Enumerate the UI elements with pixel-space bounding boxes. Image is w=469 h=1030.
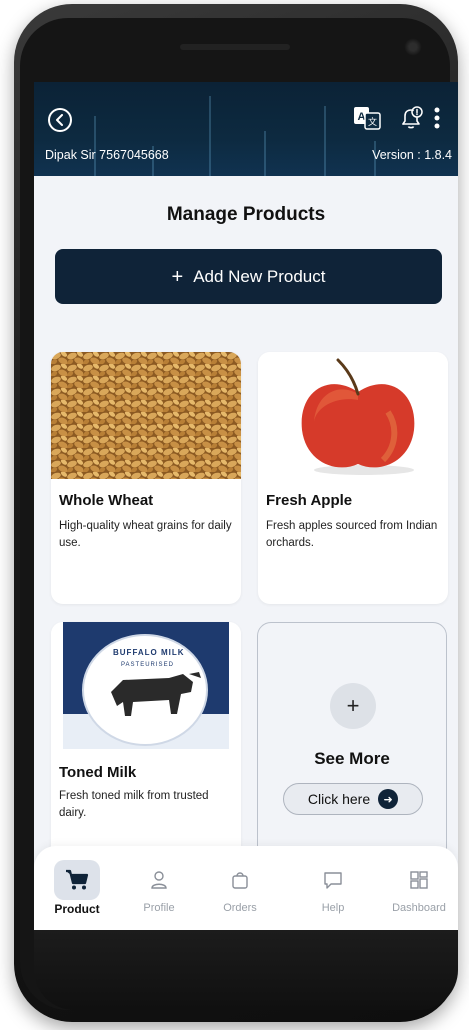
phone-speaker: [180, 44, 290, 50]
product-description: Fresh apples sourced from Indian orchard…: [266, 520, 438, 549]
nav-label: Help: [321, 902, 345, 914]
app-version: Version : 1.8.4: [372, 148, 452, 162]
nav-label: Dashboard: [392, 902, 446, 914]
nav-dashboard[interactable]: Dashboard: [384, 860, 454, 914]
grid-icon: [396, 860, 442, 900]
see-more-card[interactable]: + See More Click here ➜: [257, 622, 447, 862]
product-name: Fresh Apple: [266, 492, 353, 509]
add-new-product-button[interactable]: + Add New Product: [55, 249, 442, 304]
cart-icon: [54, 860, 100, 900]
product-description: Fresh toned milk from trusted dairy.: [59, 790, 209, 819]
product-name: Whole Wheat: [59, 492, 154, 509]
product-card-apple[interactable]: Fresh Apple Fresh apples sourced from In…: [258, 352, 448, 604]
milk-brand-text: BUFFALO MILK: [113, 648, 185, 657]
bag-icon: [217, 860, 263, 900]
see-more-title: See More: [314, 749, 390, 768]
nav-help[interactable]: Help: [298, 860, 368, 914]
phone-camera: [404, 38, 422, 56]
product-name: Toned Milk: [59, 764, 137, 781]
more-vertical-icon[interactable]: [430, 104, 444, 132]
product-card-wheat[interactable]: Whole Wheat High-quality wheat grains fo…: [51, 352, 241, 604]
phone-bottom-bezel: [34, 930, 458, 1010]
milk-type-text: PASTEURISED: [121, 662, 174, 668]
milk-image: BUFFALO MILK PASTEURISED: [51, 622, 241, 749]
app-screen: A 文 Dipak Sir 7567045668 Version : 1.8.4: [34, 82, 458, 930]
nav-profile[interactable]: Profile: [124, 860, 194, 914]
click-here-label: Click here: [307, 791, 371, 807]
nav-label: Profile: [143, 902, 175, 914]
translate-icon[interactable]: A 文: [352, 104, 382, 132]
nav-orders[interactable]: Orders: [205, 860, 275, 914]
wheat-image: [51, 352, 241, 479]
product-description: High-quality wheat grains for daily use.: [59, 520, 232, 549]
plus-icon: +: [330, 683, 376, 729]
user-icon: [136, 860, 182, 900]
add-button-label: Add New Product: [193, 266, 326, 286]
svg-text:文: 文: [368, 116, 377, 128]
back-icon[interactable]: [48, 108, 72, 132]
app-header: A 文 Dipak Sir 7567045668 Version : 1.8.4: [34, 82, 458, 176]
user-info: Dipak Sir 7567045668: [45, 148, 169, 162]
nav-label: Orders: [223, 902, 257, 914]
nav-product[interactable]: Product: [42, 860, 112, 916]
click-here-button[interactable]: Click here ➜: [283, 783, 423, 815]
chat-icon: [310, 860, 356, 900]
page-title: Manage Products: [166, 204, 326, 225]
bottom-navigation: Product Profile Orders Help Dashboard: [34, 846, 458, 930]
arrow-right-icon: ➜: [378, 789, 399, 809]
apple-image: [258, 352, 448, 479]
nav-label: Product: [54, 902, 100, 916]
plus-icon: +: [171, 265, 184, 288]
bell-icon[interactable]: [398, 104, 424, 132]
product-card-milk[interactable]: BUFFALO MILK PASTEURISED Toned Milk Fres…: [51, 622, 241, 862]
